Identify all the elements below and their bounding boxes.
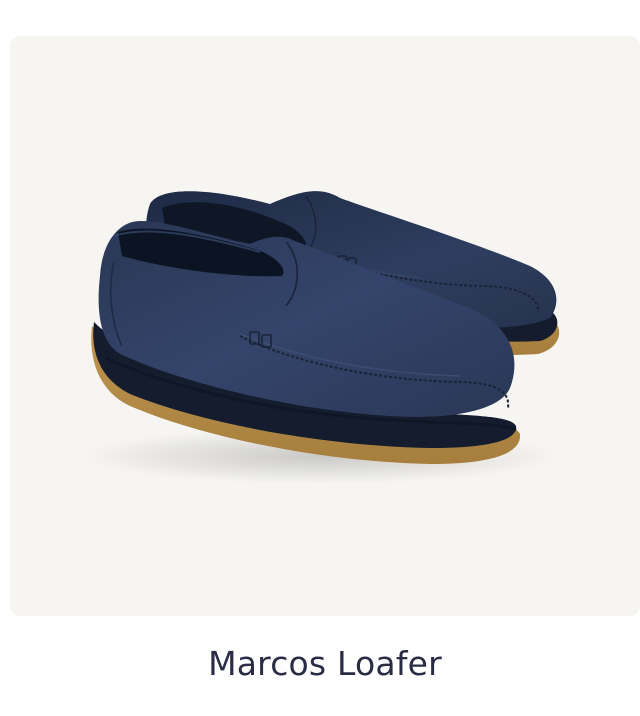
product-title[interactable]: Marcos Loafer	[0, 640, 640, 688]
loafer-pair-icon	[80, 191, 560, 484]
product-card[interactable]: Marcos Loafer	[0, 0, 640, 716]
product-image[interactable]	[10, 36, 640, 616]
